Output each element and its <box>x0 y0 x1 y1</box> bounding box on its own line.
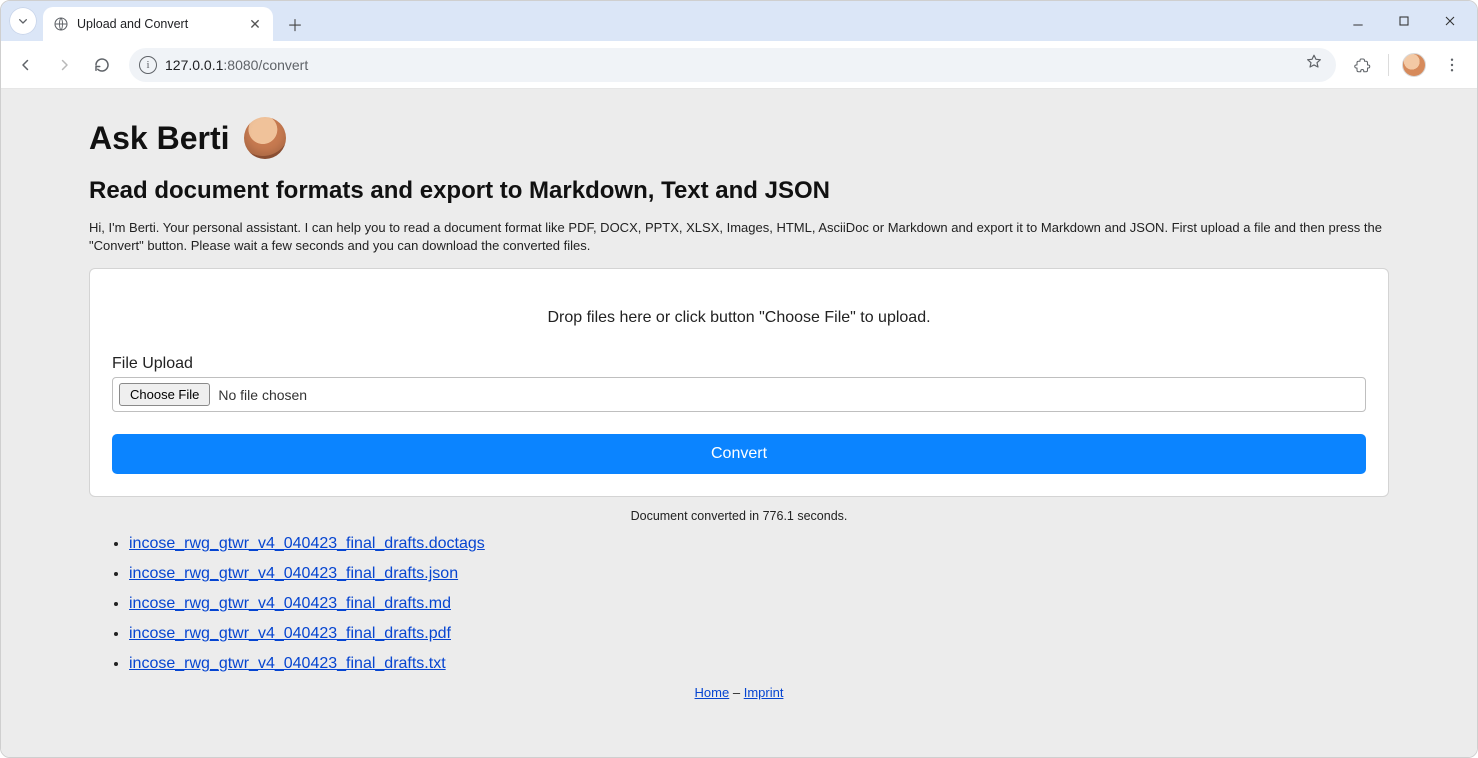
list-item: incose_rwg_gtwr_v4_040423_final_drafts.d… <box>129 535 1389 553</box>
download-link[interactable]: incose_rwg_gtwr_v4_040423_final_drafts.p… <box>129 625 451 642</box>
page-title: Ask Berti <box>89 117 1389 159</box>
arrow-left-icon <box>17 56 35 74</box>
footer-separator: – <box>729 685 743 700</box>
maximize-icon <box>1396 13 1412 29</box>
close-window-button[interactable] <box>1427 5 1473 37</box>
conversion-status: Document converted in 776.1 seconds. <box>89 509 1389 523</box>
star-icon <box>1305 53 1323 71</box>
berti-avatar-icon <box>244 117 286 159</box>
url-host: 127.0.0.1 <box>165 57 223 73</box>
browser-window: Upload and Convert ✕ ＋ i <box>0 0 1478 758</box>
reload-button[interactable] <box>85 48 119 82</box>
upload-card: Drop files here or click button "Choose … <box>89 268 1389 497</box>
page-content: Ask Berti Read document formats and expo… <box>1 89 1477 716</box>
list-item: incose_rwg_gtwr_v4_040423_final_drafts.p… <box>129 625 1389 643</box>
page-footer: Home – Imprint <box>89 685 1389 700</box>
address-bar[interactable]: i 127.0.0.1:8080/convert <box>129 48 1336 82</box>
kebab-icon <box>1443 56 1461 74</box>
globe-icon <box>53 16 69 32</box>
list-item: incose_rwg_gtwr_v4_040423_final_drafts.m… <box>129 595 1389 613</box>
new-tab-button[interactable]: ＋ <box>281 10 309 38</box>
avatar-icon <box>1402 53 1426 77</box>
list-item: incose_rwg_gtwr_v4_040423_final_drafts.j… <box>129 565 1389 583</box>
tab-strip: Upload and Convert ✕ ＋ <box>1 1 1477 41</box>
footer-imprint-link[interactable]: Imprint <box>744 685 784 700</box>
tab-title: Upload and Convert <box>77 17 239 31</box>
dropzone-text: Drop files here or click button "Choose … <box>112 291 1366 355</box>
intro-paragraph: Hi, I'm Berti. Your personal assistant. … <box>89 219 1389 254</box>
site-info-icon[interactable]: i <box>139 56 157 74</box>
search-tabs-button[interactable] <box>9 7 37 35</box>
url-path: :8080/convert <box>223 57 308 73</box>
convert-button[interactable]: Convert <box>112 434 1366 474</box>
chevron-down-icon <box>15 13 31 29</box>
forward-button[interactable] <box>47 48 81 82</box>
choose-file-button[interactable]: Choose File <box>119 383 210 406</box>
puzzle-icon <box>1354 56 1372 74</box>
minimize-icon <box>1350 13 1366 29</box>
bookmark-button[interactable] <box>1302 53 1326 76</box>
list-item: incose_rwg_gtwr_v4_040423_final_drafts.t… <box>129 655 1389 673</box>
file-chosen-status: No file chosen <box>218 387 307 403</box>
close-icon <box>1442 13 1458 29</box>
footer-home-link[interactable]: Home <box>695 685 730 700</box>
browser-toolbar: i 127.0.0.1:8080/convert <box>1 41 1477 89</box>
tab-close-button[interactable]: ✕ <box>247 16 263 33</box>
download-link[interactable]: incose_rwg_gtwr_v4_040423_final_drafts.d… <box>129 535 485 552</box>
download-link[interactable]: incose_rwg_gtwr_v4_040423_final_drafts.m… <box>129 595 451 612</box>
downloads-list: incose_rwg_gtwr_v4_040423_final_drafts.d… <box>89 535 1389 673</box>
browser-menu-button[interactable] <box>1435 48 1469 82</box>
minimize-button[interactable] <box>1335 5 1381 37</box>
file-upload-label: File Upload <box>112 355 1366 373</box>
profile-button[interactable] <box>1397 48 1431 82</box>
page-subtitle: Read document formats and export to Mark… <box>89 177 1389 205</box>
page-viewport[interactable]: Ask Berti Read document formats and expo… <box>1 89 1477 758</box>
download-link[interactable]: incose_rwg_gtwr_v4_040423_final_drafts.t… <box>129 655 446 672</box>
reload-icon <box>93 56 111 74</box>
page-title-text: Ask Berti <box>89 120 230 157</box>
download-link[interactable]: incose_rwg_gtwr_v4_040423_final_drafts.j… <box>129 565 458 582</box>
toolbar-separator <box>1388 54 1389 76</box>
file-input-row: Choose File No file chosen <box>112 377 1366 412</box>
back-button[interactable] <box>9 48 43 82</box>
arrow-right-icon <box>55 56 73 74</box>
browser-tab[interactable]: Upload and Convert ✕ <box>43 7 273 41</box>
maximize-button[interactable] <box>1381 5 1427 37</box>
extensions-button[interactable] <box>1346 48 1380 82</box>
window-controls <box>1335 1 1473 41</box>
url-text: 127.0.0.1:8080/convert <box>165 57 1294 73</box>
